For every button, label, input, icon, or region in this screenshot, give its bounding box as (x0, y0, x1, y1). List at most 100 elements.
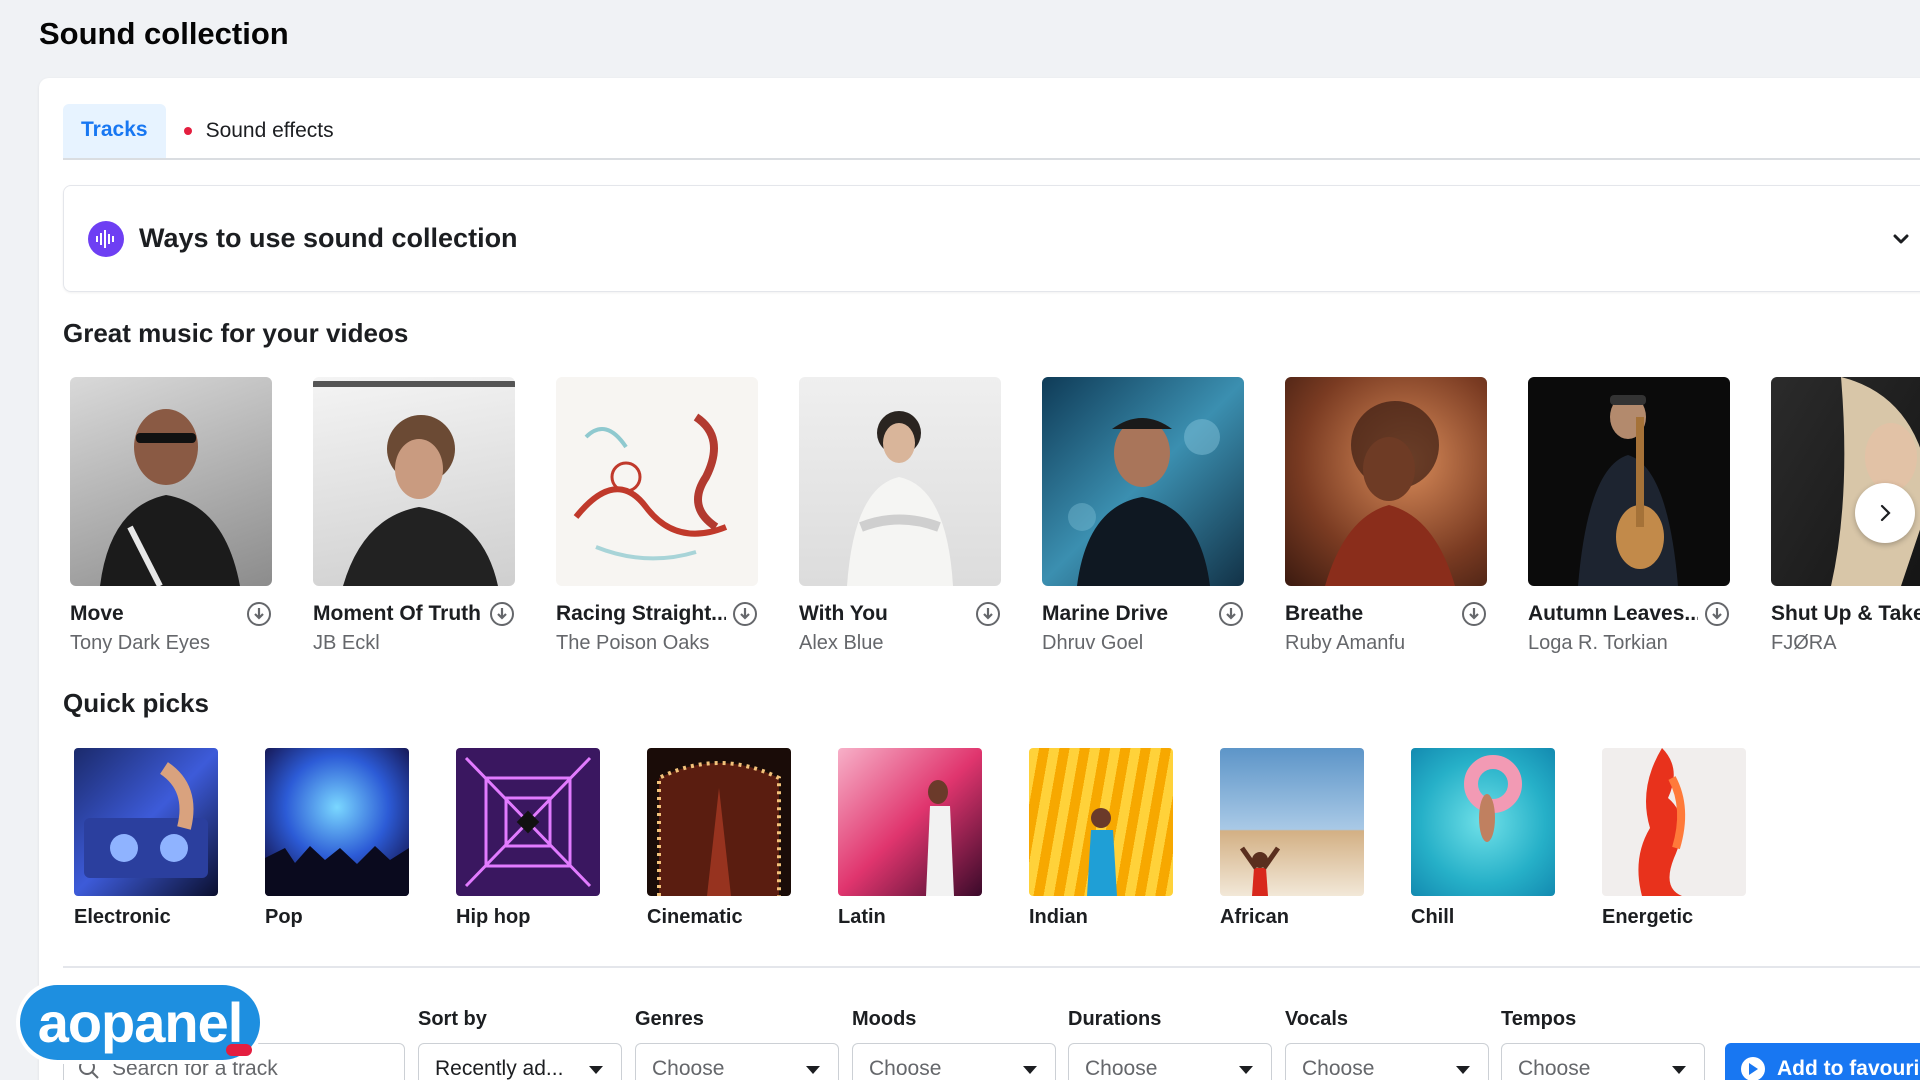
track-title: Marine Drive (1042, 602, 1169, 625)
genre-label: Electronic (74, 906, 171, 928)
quick-pick-cinematic[interactable]: Cinematic (647, 748, 791, 929)
tempos-value: Choose (1518, 1057, 1591, 1080)
caret-down-icon (589, 1066, 603, 1074)
track-cover (70, 377, 272, 586)
track-card[interactable]: With You Alex Blue (799, 377, 1001, 655)
download-icon[interactable] (1218, 601, 1244, 627)
vocals-select[interactable]: Choose (1285, 1043, 1489, 1080)
play-icon (1741, 1057, 1765, 1080)
notification-dot (183, 127, 192, 135)
carousel-next-button[interactable] (1855, 483, 1915, 543)
track-artist: Dhruv Goel (1042, 632, 1144, 654)
genre-image (265, 748, 409, 896)
track-cover (313, 377, 515, 586)
download-icon[interactable] (489, 601, 515, 627)
aopanel-logo: aopanel (20, 985, 260, 1060)
caret-down-icon (1023, 1066, 1037, 1074)
genre-image (1602, 748, 1746, 896)
ways-title: Ways to use sound collection (139, 223, 518, 253)
genre-label: Hip hop (456, 906, 531, 928)
track-cover (799, 377, 1001, 586)
quick-picks-list: Electronic Pop Hip hop Cinematic Latin I… (74, 748, 1746, 929)
track-title: Moment Of Truth (313, 602, 481, 625)
track-cover (1285, 377, 1487, 586)
tempos-select[interactable]: Choose (1501, 1043, 1705, 1080)
add-to-favourites-button[interactable]: Add to favouri (1725, 1043, 1920, 1080)
tempos-label: Tempos (1501, 1008, 1577, 1030)
quick-picks-heading: Quick picks (63, 688, 209, 718)
quick-pick-hip-hop[interactable]: Hip hop (456, 748, 600, 929)
logo-text: aopanel (37, 991, 244, 1054)
caret-down-icon (1672, 1066, 1686, 1074)
track-card[interactable]: Marine Drive Dhruv Goel (1042, 377, 1244, 655)
track-card[interactable]: Moment Of Truth JB Eckl (313, 377, 515, 655)
genres-select[interactable]: Choose (635, 1043, 839, 1080)
durations-value: Choose (1085, 1057, 1158, 1080)
section-divider (63, 966, 1920, 968)
vocals-label: Vocals (1285, 1008, 1348, 1030)
chevron-down-icon[interactable] (1886, 224, 1916, 254)
genre-label: Pop (265, 906, 303, 928)
quick-pick-indian[interactable]: Indian (1029, 748, 1173, 929)
track-artist: FJØRA (1771, 632, 1837, 654)
add-to-favourites-label: Add to favouri (1777, 1057, 1920, 1080)
page-title: Sound collection (39, 16, 289, 51)
durations-select[interactable]: Choose (1068, 1043, 1272, 1080)
track-title: Breathe (1285, 602, 1364, 625)
tab-bar: Tracks Sound effects (63, 104, 1920, 160)
download-icon[interactable] (732, 601, 758, 627)
genre-image (1029, 748, 1173, 896)
logo-badge (226, 1044, 252, 1056)
genre-image (838, 748, 982, 896)
download-icon[interactable] (1704, 601, 1730, 627)
track-title: Shut Up & Take (1771, 602, 1920, 625)
audio-wave-icon (88, 220, 124, 257)
track-title: Autumn Leaves... (1528, 602, 1698, 625)
ways-to-use-card[interactable]: Ways to use sound collection (63, 185, 1920, 292)
tab-sound-effects-label: Sound effects (205, 119, 334, 142)
genre-label: Cinematic (647, 906, 743, 928)
genres-label: Genres (635, 1008, 704, 1030)
sort-by-value: Recently ad... (435, 1057, 564, 1080)
genre-label: Energetic (1602, 906, 1694, 928)
moods-select[interactable]: Choose (852, 1043, 1056, 1080)
track-artist: JB Eckl (313, 632, 380, 654)
quick-pick-electronic[interactable]: Electronic (74, 748, 218, 929)
track-card[interactable]: Racing Straight... The Poison Oaks (556, 377, 758, 655)
chevron-right-icon (1880, 504, 1891, 522)
download-icon[interactable] (1461, 601, 1487, 627)
search-input[interactable] (112, 1057, 392, 1080)
sort-by-select[interactable]: Recently ad... (418, 1043, 622, 1080)
download-icon[interactable] (246, 601, 272, 627)
genre-image (74, 748, 218, 896)
tab-tracks-label: Tracks (81, 117, 148, 141)
quick-pick-energetic[interactable]: Energetic (1602, 748, 1746, 929)
search-icon (79, 1059, 99, 1079)
track-card[interactable]: Breathe Ruby Amanfu (1285, 377, 1487, 655)
great-music-heading: Great music for your videos (63, 318, 409, 348)
download-icon[interactable] (975, 601, 1001, 627)
track-artist: The Poison Oaks (556, 632, 710, 654)
genre-image (456, 748, 600, 896)
tab-sound-effects[interactable]: Sound effects (166, 104, 352, 158)
quick-pick-latin[interactable]: Latin (838, 748, 982, 929)
track-cover (1528, 377, 1730, 586)
quick-pick-chill[interactable]: Chill (1411, 748, 1555, 929)
track-card[interactable]: Move Tony Dark Eyes (70, 377, 272, 655)
track-card[interactable]: Autumn Leaves... Loga R. Torkian (1528, 377, 1730, 655)
genre-image (1220, 748, 1364, 896)
sound-collection-panel: Tracks Sound effects Ways to use sound c… (39, 78, 1920, 1080)
track-carousel: Move Tony Dark Eyes Moment Of Truth JB E… (70, 377, 1920, 655)
genre-label: Indian (1029, 906, 1088, 928)
track-cover (556, 377, 758, 586)
genre-label: Chill (1411, 906, 1455, 928)
track-cover (1771, 377, 1920, 586)
caret-down-icon (1239, 1066, 1253, 1074)
sort-by-label: Sort by (418, 1008, 487, 1030)
moods-label: Moods (852, 1008, 917, 1030)
quick-pick-pop[interactable]: Pop (265, 748, 409, 929)
track-artist: Tony Dark Eyes (70, 632, 211, 654)
quick-pick-african[interactable]: African (1220, 748, 1364, 929)
tab-tracks[interactable]: Tracks (63, 104, 166, 158)
caret-down-icon (1456, 1066, 1470, 1074)
